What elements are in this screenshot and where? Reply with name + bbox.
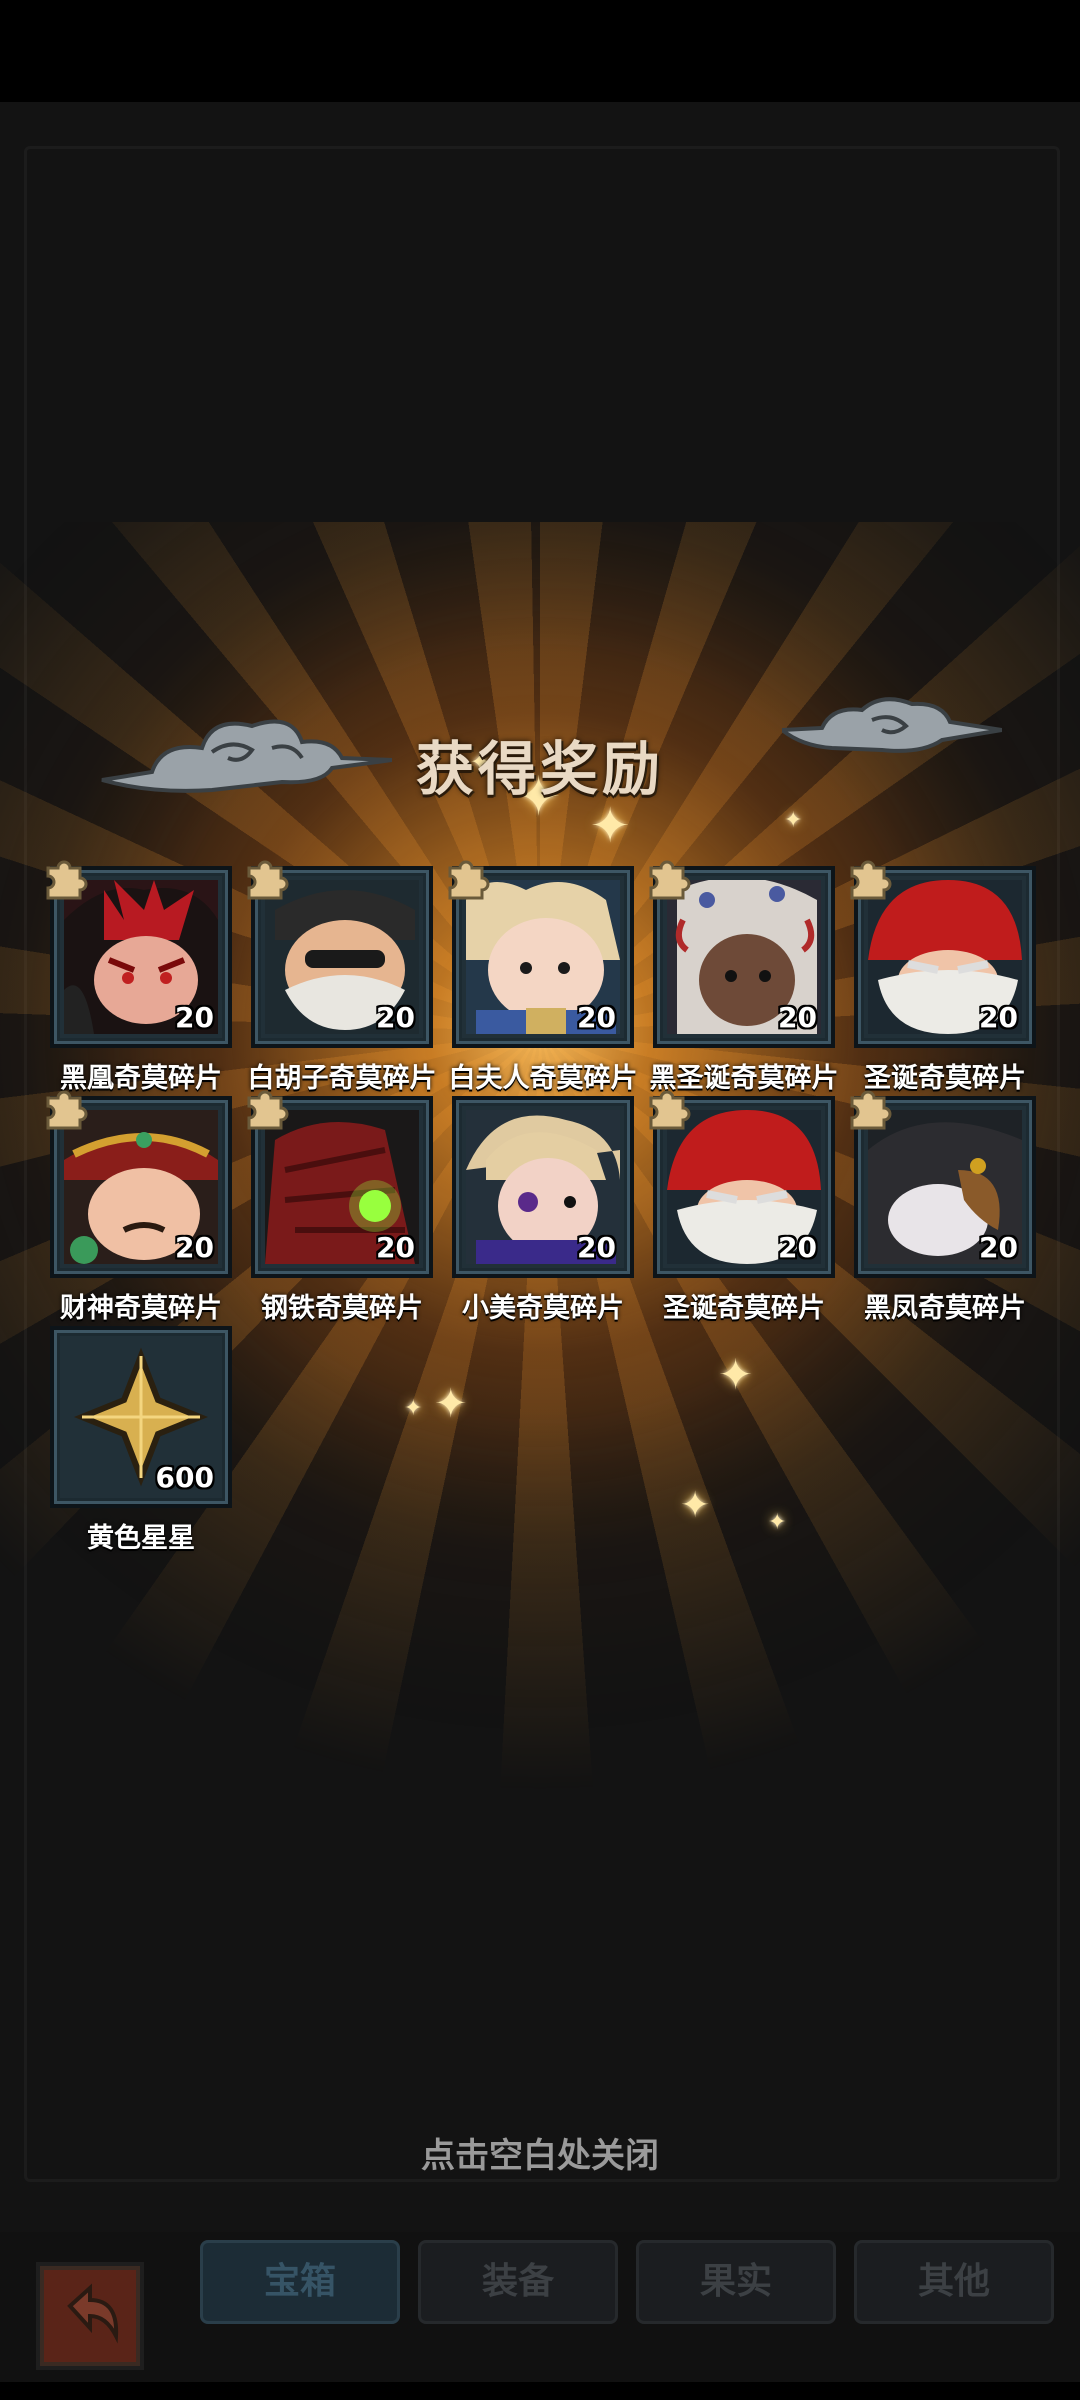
reward-label: 财神奇莫碎片 [60, 1293, 222, 1324]
puzzle-piece-icon [247, 860, 289, 900]
tab-fruit[interactable]: 果实 [636, 2240, 836, 2324]
puzzle-piece-icon [46, 860, 88, 900]
status-bar [0, 0, 1080, 102]
sparkle-icon: ✦ [434, 1381, 468, 1427]
reward-count: 20 [979, 1231, 1018, 1264]
reward-label: 圣诞奇莫碎片 [663, 1293, 825, 1324]
reward-count: 20 [778, 1231, 817, 1264]
sparkle-icon: ✦ [404, 1396, 423, 1421]
reward-overlay[interactable]: ✦ ✦ ✦ ✦ ✦ ✦ ✦ ✦ ✦ 获得奖励 20 黑凰奇莫碎片 20 白胡子奇… [0, 102, 1080, 2232]
puzzle-piece-icon [46, 1090, 88, 1130]
back-button[interactable] [36, 2262, 144, 2370]
puzzle-piece-icon [448, 860, 490, 900]
tab-equipment[interactable]: 装备 [418, 2240, 618, 2324]
puzzle-piece-icon [649, 1090, 691, 1130]
reward-label: 白夫人奇莫碎片 [448, 1063, 638, 1094]
reward-count: 20 [175, 1001, 214, 1034]
sparkle-icon: ✦ [718, 1350, 754, 1399]
puzzle-piece-icon [850, 1090, 892, 1130]
reward-label: 钢铁奇莫碎片 [261, 1293, 423, 1324]
reward-title: 获得奖励 [415, 735, 664, 803]
reward-card: 20 [452, 1096, 634, 1278]
sparkle-icon: ✦ [680, 1485, 711, 1526]
reward-count: 20 [376, 1001, 415, 1034]
reward-label: 黄色星星 [87, 1523, 195, 1554]
tab-other[interactable]: 其他 [854, 2240, 1054, 2324]
tab-chest[interactable]: 宝箱 [200, 2240, 400, 2324]
reward-count: 20 [175, 1231, 214, 1264]
reward-count: 20 [577, 1001, 616, 1034]
sparkle-icon: ✦ [784, 808, 803, 833]
reward-label: 黑凤奇莫碎片 [864, 1293, 1026, 1324]
reward-count: 20 [577, 1231, 616, 1264]
back-arrow-icon [67, 2283, 119, 2344]
puzzle-piece-icon [649, 860, 691, 900]
reward-count: 20 [778, 1001, 817, 1034]
puzzle-piece-icon [850, 860, 892, 900]
reward-label: 小美奇莫碎片 [462, 1293, 624, 1324]
puzzle-piece-icon [247, 1090, 289, 1130]
reward-count: 20 [979, 1001, 1018, 1034]
reward-count: 20 [376, 1231, 415, 1264]
reward-count: 600 [155, 1461, 214, 1494]
sparkle-icon: ✦ [590, 798, 631, 854]
navigation-bar [0, 2382, 1080, 2400]
reward-card: 600 [50, 1326, 232, 1508]
bottom-tab-bar: 宝箱 装备 果实 其他 [0, 2232, 1080, 2400]
close-hint[interactable]: 点击空白处关闭 [0, 2128, 1080, 2177]
sparkle-icon: ✦ [768, 1510, 787, 1535]
